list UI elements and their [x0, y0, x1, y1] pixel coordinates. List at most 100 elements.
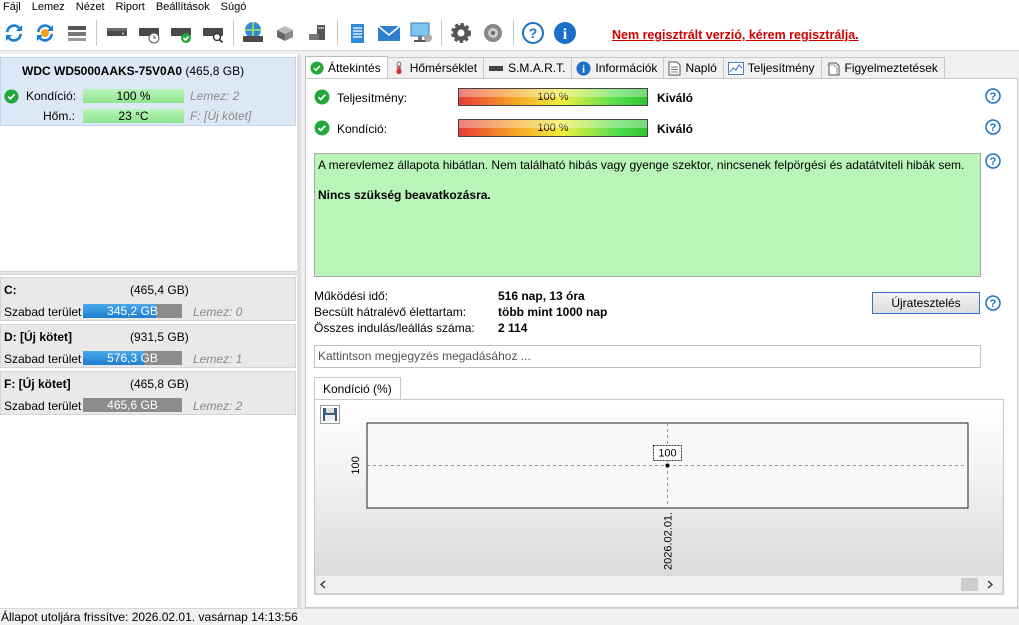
- drive-schedule-icon[interactable]: [135, 19, 163, 47]
- svg-text:?: ?: [990, 298, 997, 310]
- svg-text:?: ?: [990, 91, 997, 103]
- power-on-value: 516 nap, 13 óra: [498, 289, 585, 303]
- alerts-icon: [826, 62, 839, 75]
- settings-icon[interactable]: [447, 19, 475, 47]
- lifetime-value: több mint 1000 nap: [498, 305, 608, 319]
- status-message-text: A merevlemez állapota hibátlan. Nem talá…: [318, 158, 965, 172]
- power-on-label: Működési idő:: [314, 289, 389, 303]
- left-divider[interactable]: [0, 271, 297, 275]
- tab-label: Teljesítmény: [747, 61, 815, 75]
- scroll-left-icon[interactable]: [319, 580, 327, 589]
- disk-card[interactable]: WDC WD5000AAKS-75V0A0 (465,8 GB) Kondíci…: [0, 57, 296, 126]
- volume-size: (465,4 GB): [130, 283, 189, 297]
- status-message-action: Nincs szükség beavatkozásra.: [318, 188, 491, 202]
- health-rating: Kiváló: [657, 122, 694, 136]
- sound-icon[interactable]: [479, 19, 507, 47]
- data-label: 100: [658, 448, 676, 460]
- disk-model: WDC WD5000AAKS-75V0A0: [22, 64, 183, 78]
- help-icon[interactable]: ?: [985, 88, 1001, 104]
- check-circle-icon: [4, 89, 19, 104]
- scroll-thumb[interactable]: [961, 578, 978, 591]
- drive-icon: [489, 66, 504, 71]
- volume-card-c[interactable]: C: (465,4 GB) Szabad terület 345,2 GB Le…: [0, 277, 296, 321]
- disk-title: WDC WD5000AAKS-75V0A0 (465,8 GB): [22, 64, 244, 78]
- volume-name: C:: [4, 283, 17, 297]
- volume-card-f[interactable]: F: [Új kötet] (465,8 GB) Szabad terület …: [0, 371, 296, 415]
- help-icon[interactable]: ?: [985, 119, 1001, 135]
- menu-help[interactable]: Súgó: [217, 1, 254, 14]
- toolbar: ? i Nem regisztrált verzió, kérem regisz…: [0, 14, 1019, 51]
- drive-search-icon[interactable]: [199, 19, 227, 47]
- health-bar: 100 %: [83, 89, 184, 103]
- retest-button[interactable]: Újratesztelés: [872, 292, 980, 314]
- register-link[interactable]: Nem regisztrált verzió, kérem regisztrál…: [612, 28, 859, 42]
- chart-scrollbar[interactable]: [316, 576, 1002, 593]
- help-icon[interactable]: ?: [985, 295, 1001, 311]
- refresh-icon[interactable]: [0, 19, 28, 47]
- menu-settings[interactable]: Beállítások: [152, 1, 217, 14]
- log-icon: [668, 61, 681, 75]
- drive-icon[interactable]: [103, 19, 131, 47]
- tab-alerts[interactable]: Figyelmeztetések: [820, 57, 945, 78]
- volume-disk: Lemez: 1: [193, 352, 243, 366]
- start-stop-label: Összes indulás/leállás száma:: [314, 321, 475, 335]
- tab-log[interactable]: Napló: [663, 57, 724, 78]
- tab-performance[interactable]: Teljesítmény: [722, 57, 822, 78]
- help-icon[interactable]: ?: [985, 153, 1001, 169]
- check-circle-icon: [314, 89, 330, 105]
- volume-card-d[interactable]: D: [Új kötet] (931,5 GB) Szabad terület …: [0, 324, 296, 368]
- remote-drive-icon[interactable]: [303, 19, 331, 47]
- tab-smart[interactable]: S.M.A.R.T.: [483, 57, 573, 78]
- volume-disk: Lemez: 0: [193, 305, 243, 319]
- temp-label: Hőm.:: [43, 109, 76, 123]
- info-icon[interactable]: i: [551, 19, 579, 47]
- chart-area: 100 2026.02.01. 100: [314, 399, 1004, 595]
- volume-disk: Lemez: 2: [193, 399, 243, 413]
- volume-name: D: [Új kötet]: [4, 330, 72, 344]
- tab-label: S.M.A.R.T.: [508, 61, 566, 75]
- volume-free-label: Szabad terület: [4, 399, 82, 413]
- network-drive-icon[interactable]: [239, 19, 267, 47]
- menu-report[interactable]: Riport: [112, 1, 152, 14]
- left-panel: WDC WD5000AAKS-75V0A0 (465,8 GB) Kondíci…: [0, 54, 297, 608]
- volume-name: F: [Új kötet]: [4, 377, 71, 391]
- volume-free-bar: 345,2 GB: [83, 304, 182, 318]
- menu-disk[interactable]: Lemez: [28, 1, 72, 14]
- tab-overview[interactable]: Áttekintés: [305, 56, 388, 78]
- volume-free-label: Szabad terület: [4, 305, 82, 319]
- performance-rating: Kiváló: [657, 91, 694, 105]
- health-bar: 100 %: [458, 119, 648, 137]
- start-stop-value: 2 114: [498, 321, 528, 335]
- volume-free-value: 345,2 GB: [107, 304, 158, 318]
- status-bar: Állapot utoljára frissítve: 2026.02.01. …: [0, 608, 1019, 625]
- network-icon[interactable]: [407, 19, 435, 47]
- svg-text:i: i: [582, 64, 585, 75]
- performance-bar: 100 %: [458, 88, 648, 106]
- right-panel: Áttekintés Hőmérséklet S.M.A.R.T. i Info…: [301, 54, 1019, 608]
- tab-label: Figyelmeztetések: [844, 61, 938, 75]
- drive-check-icon[interactable]: [167, 19, 195, 47]
- svg-text:?: ?: [990, 156, 997, 168]
- svg-text:i: i: [563, 26, 568, 43]
- scroll-right-icon[interactable]: [986, 580, 994, 589]
- info-icon: i: [576, 60, 591, 75]
- help-icon[interactable]: ?: [519, 19, 547, 47]
- check-circle-icon: [310, 60, 324, 75]
- chart-tab-health[interactable]: Kondíció (%): [314, 377, 401, 399]
- tab-temperature[interactable]: Hőmérséklet: [386, 57, 485, 78]
- menu-file[interactable]: Fájl: [0, 1, 28, 14]
- server-drive-icon[interactable]: [271, 19, 299, 47]
- drive-list-icon[interactable]: [63, 19, 91, 47]
- email-icon[interactable]: [375, 19, 403, 47]
- tab-bar: Áttekintés Hőmérséklet S.M.A.R.T. i Info…: [305, 56, 945, 78]
- health-label: Kondíció:: [26, 89, 77, 103]
- tab-label: Napló: [685, 61, 717, 75]
- notes-icon[interactable]: [343, 19, 371, 47]
- data-point: [665, 463, 670, 468]
- volume-size: (465,8 GB): [130, 377, 189, 391]
- menu-view[interactable]: Nézet: [72, 1, 112, 14]
- refresh-all-icon[interactable]: [31, 19, 59, 47]
- tab-information[interactable]: i Információk: [571, 57, 665, 78]
- note-input[interactable]: Kattintson megjegyzés megadásához ...: [314, 345, 981, 368]
- health-label: Kondíció:: [337, 122, 388, 136]
